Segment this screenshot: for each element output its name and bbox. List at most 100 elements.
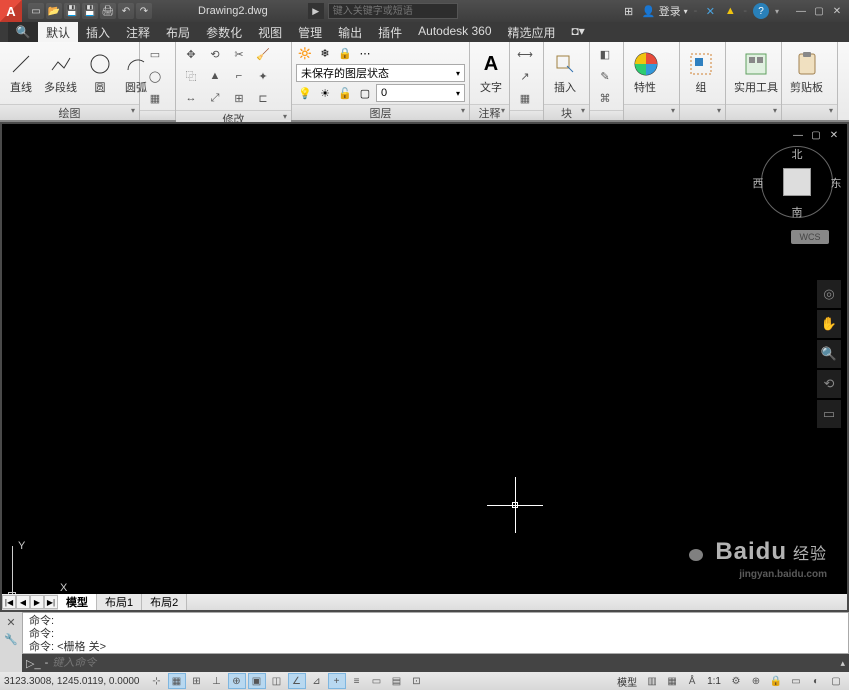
clipboard-button[interactable]: 剪贴板 bbox=[786, 49, 827, 97]
copy-icon[interactable]: ⿻ bbox=[180, 66, 202, 86]
osnap-icon[interactable]: ▣ bbox=[248, 673, 266, 689]
panel-layer-title[interactable]: 图层▾ bbox=[292, 104, 469, 120]
app-logo-icon[interactable]: A bbox=[0, 0, 22, 22]
tab-view[interactable]: 视图 bbox=[250, 22, 290, 42]
viewport-close-icon[interactable]: ✕ bbox=[827, 128, 841, 142]
drawing-area[interactable]: — ▢ ✕ 北 南 西 东 WCS ◎ ✋ 🔍 ⟲ ▭ Y X bbox=[0, 122, 849, 612]
panel-utils-title[interactable]: ▾ bbox=[726, 104, 781, 120]
viewport-maximize-icon[interactable]: ▢ bbox=[809, 128, 823, 142]
layout-prev-icon[interactable]: ◀ bbox=[16, 595, 30, 609]
modelspace-toggle[interactable]: 模型 bbox=[613, 674, 641, 689]
nav-pan-icon[interactable]: ✋ bbox=[817, 310, 841, 338]
lwt-icon[interactable]: ≡ bbox=[348, 673, 366, 689]
tab-featured[interactable]: 精选应用 bbox=[500, 22, 564, 42]
qat-saveas-icon[interactable]: 💾 bbox=[82, 3, 98, 19]
signin-toggle-icon[interactable]: ⊞ bbox=[622, 4, 636, 18]
viewcube-face[interactable] bbox=[783, 168, 811, 196]
tpy-icon[interactable]: ▭ bbox=[368, 673, 386, 689]
erase-icon[interactable]: 🧹 bbox=[252, 44, 274, 64]
layout-tab-1[interactable]: 布局1 bbox=[97, 594, 142, 610]
layout-tab-2[interactable]: 布局2 bbox=[142, 594, 187, 610]
panel-clip-title[interactable]: ▾ bbox=[782, 104, 837, 120]
cmd-recent-icon[interactable]: ▴ bbox=[840, 658, 845, 669]
leader-icon[interactable]: ↗ bbox=[514, 66, 536, 86]
isolate-icon[interactable]: ◐ bbox=[807, 673, 825, 689]
layout-tab-model[interactable]: 模型 bbox=[58, 594, 97, 610]
panel-annotate-title[interactable]: 注释▾ bbox=[470, 104, 509, 120]
properties-button[interactable]: 特性 bbox=[628, 49, 662, 97]
cleanscreen-icon[interactable]: ▢ bbox=[827, 673, 845, 689]
coordinates-display[interactable]: 3123.3008, 1245.0119, 0.0000 bbox=[4, 676, 146, 687]
close-icon[interactable]: ✕ bbox=[829, 4, 845, 18]
minimize-icon[interactable]: — bbox=[793, 4, 809, 18]
qat-save-icon[interactable]: 💾 bbox=[64, 3, 80, 19]
help-search-input[interactable] bbox=[328, 3, 458, 19]
tab-output[interactable]: 输出 bbox=[330, 22, 370, 42]
group-button[interactable]: 组 bbox=[684, 49, 718, 97]
layer-freeze-icon[interactable]: ❄ bbox=[316, 44, 334, 62]
tab-layout[interactable]: 布局 bbox=[158, 22, 198, 42]
layout-last-icon[interactable]: ▶| bbox=[44, 595, 58, 609]
layer-state-combo[interactable]: 未保存的图层状态▾ bbox=[296, 64, 465, 82]
nav-showmotion-icon[interactable]: ▭ bbox=[817, 400, 841, 428]
hardware-icon[interactable]: ▭ bbox=[787, 673, 805, 689]
explode-icon[interactable]: ✦ bbox=[252, 66, 274, 86]
cmd-close-icon[interactable]: ✕ bbox=[6, 616, 15, 629]
panel-group-title[interactable]: ▾ bbox=[680, 104, 725, 120]
ellipse-icon[interactable]: ◯ bbox=[144, 66, 166, 86]
array-icon[interactable]: ⊞ bbox=[228, 88, 250, 108]
maximize-icon[interactable]: ▢ bbox=[811, 4, 827, 18]
qat-open-icon[interactable]: 📂 bbox=[46, 3, 62, 19]
cmd-config-icon[interactable]: 🔧 bbox=[4, 633, 18, 646]
fillet-icon[interactable]: ⌐ bbox=[228, 66, 250, 86]
polyline-button[interactable]: 多段线 bbox=[40, 49, 81, 97]
layer-lock-icon[interactable]: 🔒 bbox=[336, 44, 354, 62]
attr-icon[interactable]: ⌘ bbox=[594, 88, 616, 108]
anno-vis-icon[interactable]: ⚙ bbox=[727, 673, 745, 689]
qp-icon[interactable]: ▤ bbox=[388, 673, 406, 689]
tab-insert[interactable]: 插入 bbox=[78, 22, 118, 42]
tab-parametric[interactable]: 参数化 bbox=[198, 22, 250, 42]
viewcube-west[interactable]: 西 bbox=[751, 175, 765, 189]
viewcube-north[interactable]: 北 bbox=[790, 146, 804, 160]
offset-icon[interactable]: ⊏ bbox=[252, 88, 274, 108]
exchange-icon[interactable]: ✕ bbox=[703, 4, 717, 18]
qat-new-icon[interactable]: ▭ bbox=[28, 3, 44, 19]
nav-orbit-icon[interactable]: ⟲ bbox=[817, 370, 841, 398]
toolbar-lock-icon[interactable]: 🔒 bbox=[767, 673, 785, 689]
qv-layouts-icon[interactable]: ▥ bbox=[643, 673, 661, 689]
qv-drawings-icon[interactable]: ▦ bbox=[663, 673, 681, 689]
signin-button[interactable]: 👤 登录 ▾ bbox=[642, 3, 688, 19]
scale-icon[interactable]: ⤢ bbox=[204, 88, 226, 108]
mirror-icon[interactable]: ▲ bbox=[204, 66, 226, 86]
qat-redo-icon[interactable]: ↷ bbox=[136, 3, 152, 19]
otrack-icon[interactable]: ∠ bbox=[288, 673, 306, 689]
warning-icon[interactable]: ▲ bbox=[723, 4, 737, 18]
tab-expand-icon[interactable]: ◘▾ bbox=[564, 22, 593, 42]
tab-manage[interactable]: 管理 bbox=[290, 22, 330, 42]
stretch-icon[interactable]: ↔ bbox=[180, 88, 202, 108]
sc-icon[interactable]: ⊡ bbox=[408, 673, 426, 689]
qat-undo-icon[interactable]: ↶ bbox=[118, 3, 134, 19]
ortho-icon[interactable]: ⊥ bbox=[208, 673, 226, 689]
panel-block-title[interactable]: 块▾ bbox=[544, 104, 589, 120]
move-icon[interactable]: ✥ bbox=[180, 44, 202, 64]
search-arrow-icon[interactable]: ▶ bbox=[308, 3, 324, 19]
layer-more-icon[interactable]: ⋯ bbox=[356, 44, 374, 62]
rotate-icon[interactable]: ⟲ bbox=[204, 44, 226, 64]
nav-zoom-icon[interactable]: 🔍 bbox=[817, 340, 841, 368]
tab-autodesk360[interactable]: Autodesk 360 bbox=[410, 22, 499, 42]
line-button[interactable]: 直线 bbox=[4, 49, 38, 97]
scale-display[interactable]: 1:1 bbox=[703, 676, 725, 687]
tab-default[interactable]: 默认 bbox=[38, 22, 78, 42]
insert-button[interactable]: 插入 bbox=[548, 49, 582, 97]
dim-icon[interactable]: ⟷ bbox=[514, 44, 536, 64]
create-block-icon[interactable]: ◧ bbox=[594, 44, 616, 64]
ws-switch-icon[interactable]: ⊕ bbox=[747, 673, 765, 689]
polar-icon[interactable]: ⊕ bbox=[228, 673, 246, 689]
table-icon[interactable]: ▦ bbox=[514, 88, 536, 108]
grid-icon[interactable]: ⊞ bbox=[188, 673, 206, 689]
command-history[interactable]: 命令: 命令: 命令: <栅格 关> bbox=[22, 612, 849, 654]
ducs-icon[interactable]: ⊿ bbox=[308, 673, 326, 689]
utilities-button[interactable]: 实用工具 bbox=[730, 49, 782, 97]
